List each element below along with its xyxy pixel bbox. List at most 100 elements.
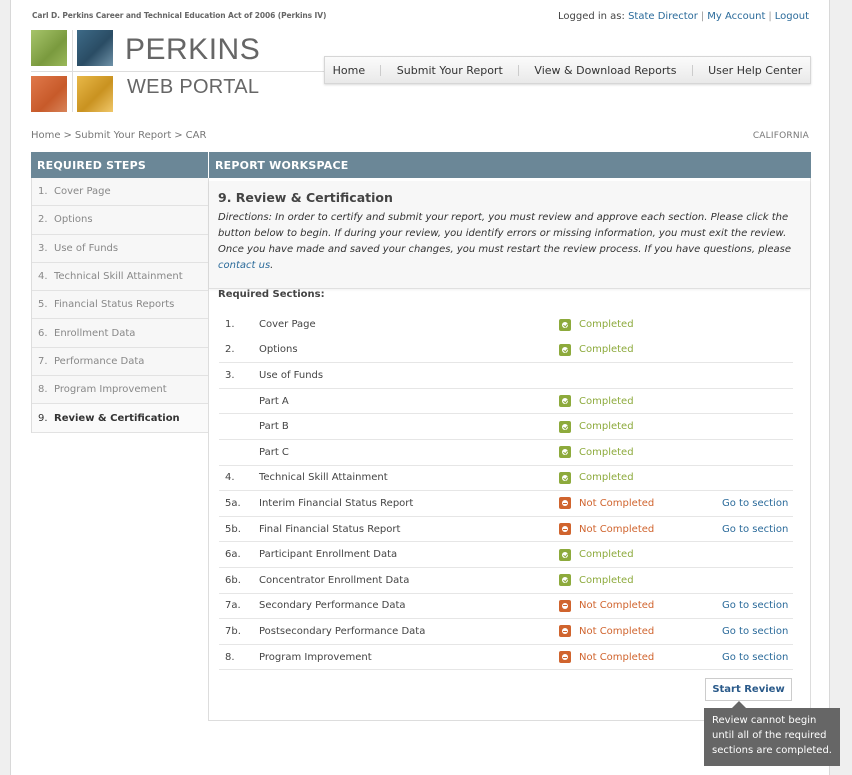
completed-check-icon xyxy=(559,343,571,356)
logo-tile-keyboard-image xyxy=(77,30,113,66)
sidebar-step-7[interactable]: 7. Performance Data xyxy=(32,348,208,377)
section-status: Completed xyxy=(559,548,722,561)
status-text: Completed xyxy=(579,319,634,331)
status-text: Completed xyxy=(579,421,634,433)
section-number: 8. xyxy=(225,651,235,663)
separator: | xyxy=(768,11,772,22)
section-label: Interim Financial Status Report xyxy=(259,497,414,509)
step-label: Enrollment Data xyxy=(54,327,136,339)
section-status: Not Completed xyxy=(559,625,722,638)
section-row: 7b. Postsecondary Performance Data Not Com… xyxy=(219,619,793,645)
section-label: Options xyxy=(259,344,298,356)
step-number: 1. xyxy=(38,186,48,198)
breadcrumb-submit-your-report[interactable]: Submit Your Report xyxy=(75,130,171,141)
section-row: 7a. Secondary Performance Data Not Complet… xyxy=(219,594,793,620)
step-label: Review & Certification xyxy=(54,412,180,424)
section-row: 6a. Participant Enrollment Data Completed xyxy=(219,542,793,568)
status-text: Not Completed xyxy=(579,651,655,663)
nav-view-download-reports[interactable]: View & Download Reports xyxy=(534,64,676,77)
steps-list: 1. Cover Page 2. Options 3. Use of Funds 4. Tec… xyxy=(31,178,209,433)
sidebar-step-4[interactable]: 4. Technical Skill Attainment xyxy=(32,263,208,292)
nav-home[interactable]: Home xyxy=(333,64,365,77)
page-container: Carl D. Perkins Career and Technical Edu… xyxy=(10,0,830,775)
nav-user-help-center[interactable]: User Help Center xyxy=(708,64,802,77)
required-sections-label: Required Sections: xyxy=(218,289,325,300)
status-text: Not Completed xyxy=(579,523,655,535)
state-label: CALIFORNIA xyxy=(752,131,809,141)
section-status: Completed xyxy=(559,318,722,331)
sidebar-step-9[interactable]: 9. Review & Certification xyxy=(32,404,208,433)
step-number: 8. xyxy=(38,384,48,396)
completed-check-icon xyxy=(559,548,571,561)
completed-check-icon xyxy=(559,574,571,587)
section-number: 2. xyxy=(225,344,235,356)
sidebar-title: REQUIRED STEPS xyxy=(31,152,209,178)
my-account-link[interactable]: My Account xyxy=(707,11,765,22)
section-label: Postsecondary Performance Data xyxy=(259,625,426,637)
step-number: 7. xyxy=(38,355,48,367)
sidebar-step-8[interactable]: 8. Program Improvement xyxy=(32,376,208,405)
section-label: Part B xyxy=(259,421,289,433)
sidebar-step-5[interactable]: 5. Financial Status Reports xyxy=(32,291,208,320)
section-label: Part A xyxy=(259,395,289,407)
section-label: Cover Page xyxy=(259,319,316,331)
not-completed-minus-icon xyxy=(559,497,571,510)
section-label: Program Improvement xyxy=(259,651,372,663)
act-title: Carl D. Perkins Career and Technical Edu… xyxy=(32,11,327,20)
go-to-section-link[interactable]: Go to section xyxy=(722,600,788,611)
section-number: 4. xyxy=(225,472,235,484)
go-to-section-link[interactable]: Go to section xyxy=(722,498,788,509)
workspace-title: REPORT WORKSPACE xyxy=(208,152,811,178)
section-label: Concentrator Enrollment Data xyxy=(259,574,410,586)
status-text: Completed xyxy=(579,472,634,484)
contact-us-link[interactable]: contact us xyxy=(218,260,270,271)
separator: | xyxy=(700,11,705,22)
section-number: 5b. xyxy=(225,523,241,535)
start-review-button[interactable]: Start Review xyxy=(705,678,792,701)
user-bar: Logged in as: State Director | My Account |… xyxy=(558,11,809,22)
logo-tile-chart-image xyxy=(31,76,67,112)
go-to-section-link[interactable]: Go to section xyxy=(722,524,788,535)
logo-tile-worker-image xyxy=(77,76,113,112)
nav-submit-your-report[interactable]: Submit Your Report xyxy=(397,64,503,77)
go-to-section-link[interactable]: Go to section xyxy=(722,652,788,663)
sidebar-step-2[interactable]: 2. Options xyxy=(32,206,208,235)
perkins-logo[interactable]: PERKINS WEB PORTAL xyxy=(31,30,336,112)
not-completed-minus-icon xyxy=(559,625,571,638)
logo-title: PERKINS xyxy=(125,33,261,66)
logout-link[interactable]: Logout xyxy=(775,11,809,22)
section-number: 7b. xyxy=(225,625,241,637)
section-row: 8. Program Improvement Not Completed Go to … xyxy=(219,645,793,671)
sidebar-step-1[interactable]: 1. Cover Page xyxy=(32,178,208,207)
user-role-link[interactable]: State Director xyxy=(628,11,698,22)
section-number: 3. xyxy=(225,369,235,381)
section-status: Completed xyxy=(559,395,722,408)
step-number: 2. xyxy=(38,214,48,226)
logged-in-label: Logged in as: xyxy=(557,11,625,22)
completed-check-icon xyxy=(559,471,571,484)
completed-check-icon xyxy=(559,318,571,331)
main-nav: Home Submit Your Report View & Download … xyxy=(324,56,811,84)
directions-end: . xyxy=(270,260,274,271)
nav-separator xyxy=(691,64,693,76)
required-steps-sidebar: REQUIRED STEPS 1. Cover Page 2. Options 3. Us… xyxy=(31,152,209,433)
report-workspace: REPORT WORKSPACE 9. Review & Certificati… xyxy=(208,152,811,721)
nav-separator xyxy=(518,64,520,76)
breadcrumb-home[interactable]: Home xyxy=(31,130,61,141)
section-label: Final Financial Status Report xyxy=(259,523,401,535)
sidebar-step-3[interactable]: 3. Use of Funds xyxy=(32,235,208,263)
section-number: 6a. xyxy=(225,549,241,561)
go-to-section-link[interactable]: Go to section xyxy=(722,626,788,637)
section-row: 5b. Final Financial Status Report Not Comp… xyxy=(219,517,793,543)
step-label: Program Improvement xyxy=(54,384,167,396)
section-status: Not Completed xyxy=(559,599,722,612)
section-label: Use of Funds xyxy=(259,369,324,381)
section-number: 6b. xyxy=(225,574,241,586)
not-completed-minus-icon xyxy=(559,599,571,612)
sidebar-step-6[interactable]: 6. Enrollment Data xyxy=(32,319,208,348)
status-text: Completed xyxy=(579,574,634,586)
start-review-tooltip: Review cannot begin until all of the req… xyxy=(704,701,840,766)
step-number: 9. xyxy=(38,412,48,424)
status-text: Completed xyxy=(579,549,634,561)
section-status: Completed xyxy=(559,343,722,356)
